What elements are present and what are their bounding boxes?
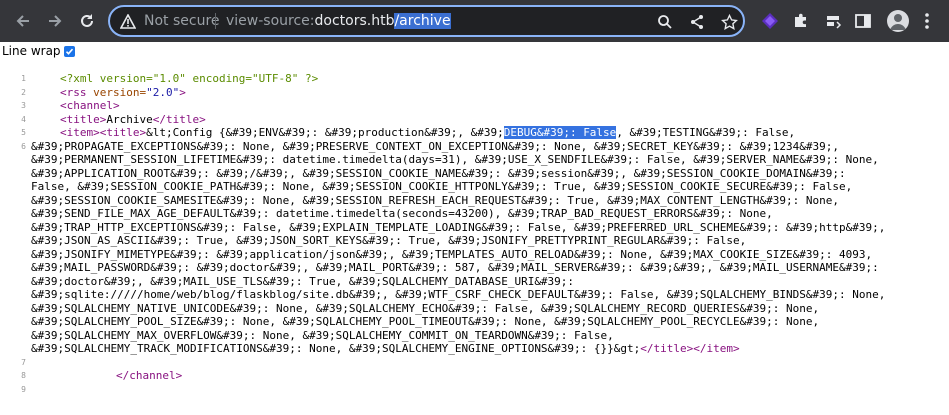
line-number: 4 bbox=[21, 114, 26, 124]
browser-toolbar: Not secure view-source:doctors.htb/archi… bbox=[0, 0, 949, 42]
wrapped-line: &#39;SQLALCHEMY_POOL_SIZE&#39;: None, &#… bbox=[31, 315, 820, 328]
checkmark-icon bbox=[65, 48, 73, 55]
wrapped-line: &#39;PROPAGATE_EXCEPTIONS&#39;: None, &#… bbox=[31, 139, 839, 153]
empty-line bbox=[26, 383, 949, 397]
channel-tag: <channel> bbox=[60, 99, 120, 112]
line-number: 8 bbox=[21, 371, 26, 380]
config-text-cont: , &#39;TESTING&#39;: False, bbox=[616, 126, 796, 139]
wrapped-line: &#39;SQLALCHEMY_NATIVE_UNICODE&#39;: Non… bbox=[31, 301, 820, 315]
source-line: 8 </channel> bbox=[0, 369, 949, 383]
address-bar[interactable]: Not secure view-source:doctors.htb/archi… bbox=[108, 5, 745, 37]
rss-attr: version= bbox=[86, 85, 147, 99]
wrapped-line-last: &#39;SQLALCHEMY_TRACK_MODIFICATIONS&#39;… bbox=[31, 342, 885, 356]
wrapped-line: &#39;SQLALCHEMY_MAX_OVERFLOW&#39;: None,… bbox=[31, 328, 614, 342]
wrapped-line: &#39;SESSION_COOKIE_SAMESITE&#39;: None,… bbox=[31, 193, 839, 207]
source-line: 9 bbox=[0, 383, 949, 397]
reload-button[interactable] bbox=[74, 8, 100, 34]
line-number: 9 bbox=[21, 384, 26, 394]
line-number: 3 bbox=[21, 101, 26, 110]
wrapped-line: &#39;SEND_FILE_MAX_AGE_DEFAULT&#39;: dat… bbox=[31, 207, 773, 220]
item-title-tags: <item><title> bbox=[60, 126, 147, 139]
wrapped-line: &#39;sqlite://///home/web/blog/flaskblog… bbox=[31, 288, 886, 301]
bookmark-star-icon[interactable] bbox=[720, 13, 738, 31]
title-open-tag: <title> bbox=[60, 112, 107, 126]
wrapped-line: &#39;MAIL_PASSWORD&#39;: &#39;doctor&#39… bbox=[31, 261, 879, 274]
omnibox-divider bbox=[215, 13, 216, 29]
config-wrapped-block: &#39;PROPAGATE_EXCEPTIONS&#39;: None, &#… bbox=[26, 140, 885, 356]
warning-icon[interactable] bbox=[119, 13, 137, 33]
arrow-left-icon bbox=[16, 15, 29, 27]
line-wrap-label: Line wrap bbox=[2, 44, 61, 58]
line-number: 6 bbox=[21, 141, 26, 151]
xml-declaration: <?xml version="1.0" encoding="UTF-8" ?> bbox=[60, 72, 319, 85]
empty-line bbox=[26, 356, 949, 370]
rss-tag: <rss bbox=[60, 85, 87, 99]
wrapped-line: &#39;PERMANENT_SESSION_LIFETIME&#39;: da… bbox=[31, 153, 879, 166]
url-protocol: view-source: bbox=[226, 13, 315, 29]
profile-avatar-icon[interactable] bbox=[887, 10, 909, 32]
reload-icon bbox=[81, 14, 93, 27]
security-label[interactable]: Not secure bbox=[144, 13, 220, 29]
reading-list-icon[interactable] bbox=[823, 11, 843, 31]
url-path-selected: /archive bbox=[394, 13, 451, 29]
source-line: 2 <rss version="2.0"> bbox=[0, 86, 949, 100]
wrapped-line: &#39;doctor&#39;, &#39;MAIL_USE_TLS&#39;… bbox=[31, 274, 575, 288]
extensions-puzzle-icon[interactable] bbox=[791, 11, 811, 31]
source-line: 7 bbox=[0, 356, 949, 370]
source-line: 1 <?xml version="1.0" encoding="UTF-8" ?… bbox=[0, 72, 949, 86]
channel-close-tag: </channel> bbox=[116, 369, 183, 382]
source-line: 3 <channel> bbox=[0, 99, 949, 113]
line-number: 2 bbox=[21, 87, 26, 97]
back-button[interactable] bbox=[10, 8, 36, 34]
arrow-right-icon bbox=[49, 15, 62, 27]
config-text-start: &lt;Config {&#39;ENV&#39;: &#39;producti… bbox=[146, 126, 504, 139]
title-text: Archive bbox=[106, 112, 153, 126]
rss-tag-close: > bbox=[179, 85, 186, 99]
wrapped-line: &#39;TRAP_HTTP_EXCEPTIONS&#39;: False, &… bbox=[31, 220, 886, 234]
title-item-close-tags: </title></item> bbox=[640, 342, 740, 355]
source-line-wrapped: 6 &#39;PROPAGATE_EXCEPTIONS&#39;: None, … bbox=[0, 140, 949, 356]
config-text-end: &#39;SQLALCHEMY_TRACK_MODIFICATIONS&#39;… bbox=[31, 342, 641, 355]
wrapped-line: &#39;JSONIFY_MIMETYPE&#39;: &#39;applica… bbox=[31, 247, 873, 261]
source-view: 1 <?xml version="1.0" encoding="UTF-8" ?… bbox=[0, 72, 949, 396]
line-number: 5 bbox=[21, 128, 26, 137]
wrapped-line: &#39;JSON_AS_ASCII&#39;: True, &#39;JSON… bbox=[31, 234, 747, 247]
rss-value: "2.0" bbox=[146, 85, 180, 99]
selected-debug-text[interactable]: DEBUG&#39;: False bbox=[503, 126, 617, 139]
share-icon[interactable] bbox=[688, 13, 706, 31]
line-wrap-checkbox[interactable] bbox=[63, 45, 75, 57]
wrapped-line: &#39;APPLICATION_ROOT&#39;: &#39;/&#39;,… bbox=[31, 166, 846, 180]
extension-diamond-icon[interactable] bbox=[760, 11, 780, 31]
url-text[interactable]: view-source:doctors.htb/archive bbox=[226, 13, 451, 29]
source-line: 4 <title>Archive</title> bbox=[0, 113, 949, 127]
forward-button[interactable] bbox=[42, 8, 68, 34]
wrapped-line: False, &#39;SESSION_COOKIE_PATH&#39;: No… bbox=[31, 180, 853, 193]
line-number: 1 bbox=[21, 74, 26, 83]
title-close-tag: </title> bbox=[152, 112, 206, 126]
line-number: 7 bbox=[21, 357, 26, 367]
zoom-search-icon[interactable] bbox=[656, 13, 674, 31]
menu-kebab-icon[interactable] bbox=[917, 11, 937, 31]
source-line: 5 <item><title>&lt;Config {&#39;ENV&#39;… bbox=[0, 126, 949, 140]
line-wrap-control[interactable]: Line wrap bbox=[2, 44, 75, 58]
side-panel-icon[interactable] bbox=[853, 11, 873, 31]
url-host: doctors.htb bbox=[314, 13, 395, 29]
